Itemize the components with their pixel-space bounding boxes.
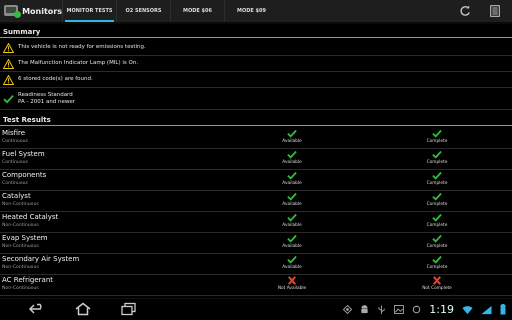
summary-item: Readiness Standard PA - 2001 and newer	[0, 88, 512, 110]
completion-status: Complete	[426, 223, 448, 228]
tab-mode-06[interactable]: MODE $06	[170, 0, 224, 22]
test-type: Continuous	[2, 160, 28, 165]
table-row: Evap System Non-Continuous Available Com…	[0, 233, 512, 254]
test-type: Continuous	[2, 139, 28, 144]
clock[interactable]: 1:19	[429, 303, 454, 316]
check-icon	[287, 255, 297, 264]
notification-icon[interactable]	[343, 305, 353, 314]
availability-status: Available	[282, 223, 302, 228]
check-icon	[287, 234, 297, 243]
usb-icon[interactable]	[377, 305, 386, 315]
completion-status: Complete	[426, 181, 448, 186]
check-icon	[287, 213, 297, 222]
summary-item: 6 stored code(s) are found.	[0, 72, 512, 88]
image-icon[interactable]	[394, 305, 405, 314]
table-row: Heated Catalyst Non-Continuous Available…	[0, 212, 512, 233]
android-icon[interactable]	[360, 304, 369, 315]
check-icon	[287, 192, 297, 201]
test-name: Catalyst	[2, 192, 31, 200]
check-icon	[287, 150, 297, 159]
table-row: AC Refrigerant Non-Continuous Not Availa…	[0, 275, 512, 296]
test-name: Heated Catalyst	[2, 213, 59, 221]
refresh-button[interactable]	[457, 3, 473, 19]
check-icon	[287, 129, 297, 138]
check-icon	[432, 171, 442, 180]
completion-status: Complete	[426, 265, 448, 270]
test-type: Non-Continuous	[2, 265, 39, 270]
table-row: Catalyst Non-Continuous Available Comple…	[0, 191, 512, 212]
test-type: Continuous	[2, 181, 28, 186]
warning-icon	[3, 58, 14, 69]
action-bar: Monitors MONITOR TESTS O2 SENSORS MODE $…	[0, 0, 512, 24]
recent-apps-icon[interactable]	[120, 302, 138, 316]
test-type: Non-Continuous	[2, 286, 39, 291]
test-type: Non-Continuous	[2, 202, 39, 207]
signal-icon	[481, 305, 492, 314]
completion-status: Complete	[426, 202, 448, 207]
test-name: Misfire	[2, 129, 26, 137]
refresh-icon	[460, 5, 470, 16]
completion-status: Not Complete	[422, 286, 452, 291]
table-row: Fuel System Continuous Available Complet…	[0, 149, 512, 170]
test-name: Evap System	[2, 234, 48, 242]
test-type: Non-Continuous	[2, 244, 39, 249]
availability-status: Available	[282, 181, 302, 186]
summary-text: This vehicle is not ready for emissions …	[18, 44, 146, 50]
completion-status: Complete	[426, 139, 448, 144]
check-icon	[432, 213, 442, 222]
check-icon	[3, 94, 14, 103]
check-icon	[287, 171, 297, 180]
back-icon[interactable]	[28, 302, 46, 316]
check-icon	[432, 234, 442, 243]
availability-status: Available	[282, 139, 302, 144]
battery-icon	[500, 304, 506, 315]
cross-icon	[432, 276, 442, 285]
completion-status: Complete	[426, 244, 448, 249]
summary-header: Summary	[0, 28, 512, 38]
home-icon[interactable]	[74, 302, 92, 316]
availability-status: Available	[282, 265, 302, 270]
wifi-icon	[462, 305, 473, 314]
table-row: Components Continuous Available Complete	[0, 170, 512, 191]
app-logo-icon	[3, 2, 21, 20]
app-home[interactable]: Monitors	[0, 0, 62, 22]
availability-status: Available	[282, 244, 302, 249]
tab-o2-sensors[interactable]: O2 SENSORS	[116, 0, 170, 22]
summary-text: The Malfunction Indicator Lamp (MIL) is …	[18, 60, 139, 66]
tab-mode-09[interactable]: MODE $09	[224, 0, 278, 22]
tab-monitor-tests[interactable]: MONITOR TESTS	[62, 0, 116, 22]
system-bar: 1:19	[0, 298, 512, 320]
report-button[interactable]	[487, 3, 503, 19]
table-row: Misfire Continuous Available Complete	[0, 128, 512, 149]
test-name: Secondary Air System	[2, 255, 80, 263]
summary-item: The Malfunction Indicator Lamp (MIL) is …	[0, 56, 512, 72]
test-results-header: Test Results	[0, 116, 512, 126]
summary-item: This vehicle is not ready for emissions …	[0, 40, 512, 56]
tab-bar: MONITOR TESTS O2 SENSORS MODE $06 MODE $…	[62, 0, 278, 22]
app-title: Monitors	[22, 6, 62, 16]
warning-icon	[3, 74, 14, 85]
sync-icon[interactable]	[412, 305, 421, 314]
availability-status: Available	[282, 202, 302, 207]
test-name: AC Refrigerant	[2, 276, 54, 284]
check-icon	[432, 255, 442, 264]
check-icon	[432, 150, 442, 159]
check-icon	[432, 192, 442, 201]
availability-status: Available	[282, 160, 302, 165]
check-icon	[432, 129, 442, 138]
document-icon	[490, 5, 500, 17]
availability-status: Not Available	[277, 286, 307, 291]
warning-icon	[3, 42, 14, 53]
table-row: Secondary Air System Non-Continuous Avai…	[0, 254, 512, 275]
completion-status: Complete	[426, 160, 448, 165]
summary-subtext: PA - 2001 and newer	[18, 98, 76, 105]
test-name: Fuel System	[2, 150, 45, 158]
cross-icon	[287, 276, 297, 285]
test-type: Non-Continuous	[2, 223, 39, 228]
test-name: Components	[2, 171, 47, 179]
summary-text: 6 stored code(s) are found.	[18, 76, 93, 82]
summary-text: Readiness Standard	[18, 91, 73, 98]
